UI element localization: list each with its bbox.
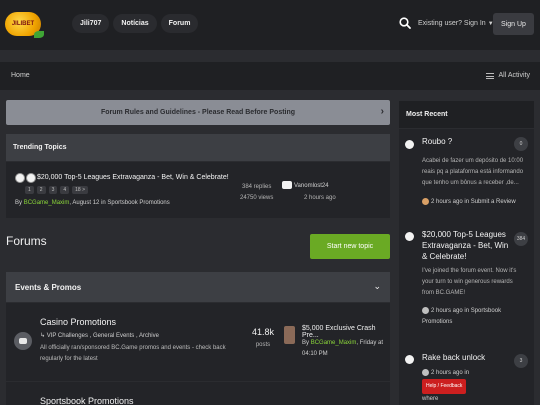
recent-topic-meta: 2 hours ago in Help / Feedback where [422,368,530,405]
forum-description: All officially ran/sponsored BC.Game pro… [40,345,226,362]
all-activity-label: All Activity [498,72,530,79]
sign-in-label: Existing user? Sign In [418,20,486,27]
recent-topic-time: 2 hours ago [431,370,463,376]
page-link[interactable]: 1 [25,186,34,194]
top-header: JILIBET Jili707 Notícias Forum Existing … [0,0,540,50]
page-link[interactable]: 2 [36,186,46,194]
avatar [422,197,429,205]
reply-count-badge: 0 [514,137,528,151]
recent-topic-in: in [464,370,470,376]
avatar [405,232,414,241]
recent-topic-meta: 2 hours ago in Sportsbook Promotions [422,306,530,328]
forum-row: Casino Promotions ↳ VIP Challenges , Gen… [6,303,390,381]
trending-header: Trending Topics [6,134,390,161]
most-recent-list: Roubo ? 0 Acabei de fazer um depósito de… [399,129,534,405]
chevron-down-icon[interactable]: ⌄ [373,281,381,292]
topic-stats: 384 replies 24750 views [240,182,273,204]
logo-text: JILIBET [11,21,35,27]
topic-author-link[interactable]: BCGame_Maxim [24,200,70,206]
start-new-topic-button[interactable]: Start new topic [310,234,390,259]
search-icon[interactable] [399,17,411,29]
last-post-meta: By BCGame_Maxim, Friday at 04:10 PM [302,338,388,360]
topic-avatars [15,173,36,183]
category-title: Events & Promos [15,283,82,292]
activity-list-icon [486,72,495,79]
avatar [15,173,25,183]
trending-topic-title[interactable]: $20,000 Top-5 Leagues Extravaganza - Bet… [37,174,229,181]
avatar [26,173,36,183]
nav-item-jili707[interactable]: Jili707 [72,14,110,33]
recent-topic-tail: where [422,396,439,402]
recent-topic-title[interactable]: Rake back unlock [422,352,512,363]
recent-topic-time: 2 hours ago [431,199,463,205]
recent-topic-title[interactable]: Roubo ? [422,136,512,147]
recent-topic-title[interactable]: $20,000 Top-5 Leagues Extravaganza - Bet… [422,229,512,262]
last-post-author-link[interactable]: BCGame_Maxim [311,340,357,346]
sign-in-link[interactable]: Existing user? Sign In ▼ [418,20,494,27]
recent-topic-forum-link[interactable]: in Submit a Review [464,199,515,205]
logo-leaf-icon [34,31,44,38]
forums-heading: Forums [6,234,47,248]
avatar [422,306,429,314]
avatar [282,181,292,190]
recent-topic-time: 2 hours ago [431,308,463,314]
page-link[interactable]: 4 [60,186,70,194]
page-link[interactable]: 3 [48,186,58,194]
forum-stats: 41.8k posts [252,327,274,348]
forum-post-count: 41.8k [252,327,275,337]
avatar[interactable] [284,326,295,344]
reply-count-badge: 3 [514,354,528,368]
site-logo[interactable]: JILIBET [5,12,44,38]
forum-title-link[interactable]: Casino Promotions [40,317,116,327]
avatar [405,355,414,364]
avatar [422,368,429,376]
topic-pagination: 1 2 3 4 18 > [25,186,88,194]
subforum-links[interactable]: ↳ VIP Challenges , General Events , Arch… [40,332,159,339]
topic-meta: By BCGame_Maxim, August 12 in Sportsbook… [15,200,170,206]
category-header[interactable]: Events & Promos ⌄ [6,272,390,302]
all-activity-link[interactable]: All Activity [486,72,530,79]
forum-tag-badge[interactable]: Help / Feedback [422,379,467,394]
forum-title-link[interactable]: Sportsbook Promotions [40,396,134,405]
nav-item-forum[interactable]: Forum [160,14,199,33]
rules-banner-text: Forum Rules and Guidelines - Please Read… [100,109,296,116]
last-post-title-link[interactable]: $5,000 Exclusive Crash Pre... [302,325,390,339]
last-post-time: 2 hours ago [304,195,336,201]
trending-topic: $20,000 Top-5 Leagues Extravaganza - Bet… [6,162,390,218]
main-nav: Jili707 Notícias Forum [72,14,199,33]
breadcrumb-bar: Home All Activity [0,62,540,90]
sidebar-title: Most Recent [399,101,534,128]
recent-topic-excerpt: Acabei de fazer um depósito de 10:00 rea… [422,158,524,186]
sign-up-button[interactable]: Sign Up [493,13,534,35]
recent-topic-excerpt: I've joined the forum event. Now it's yo… [422,268,517,296]
topic-by: By [15,200,23,206]
topic-last-post: Vanomlost24 2 hours ago [282,180,336,204]
recent-topic-meta: 2 hours ago in Submit a Review [422,197,530,208]
topic-views: 24750 views [240,195,274,201]
forum-chat-icon [14,332,32,350]
last-poster-link[interactable]: Vanomlost24 [294,183,329,189]
avatar [405,140,414,149]
nav-item-noticias[interactable]: Notícias [113,14,157,33]
chevron-right-icon: › [380,106,384,117]
last-post-by: By [302,340,310,346]
reply-count-badge: 384 [514,232,528,246]
forum-row: Sportsbook Promotions [6,382,390,405]
page-link[interactable]: 18 > [72,186,88,194]
topic-meta-suffix: , August 12 in Sportsbook Promotions [69,200,170,206]
rules-banner[interactable]: Forum Rules and Guidelines - Please Read… [6,100,390,125]
forum-post-label: posts [255,342,271,348]
breadcrumb-home[interactable]: Home [11,72,30,79]
topic-replies: 384 replies [242,184,272,190]
